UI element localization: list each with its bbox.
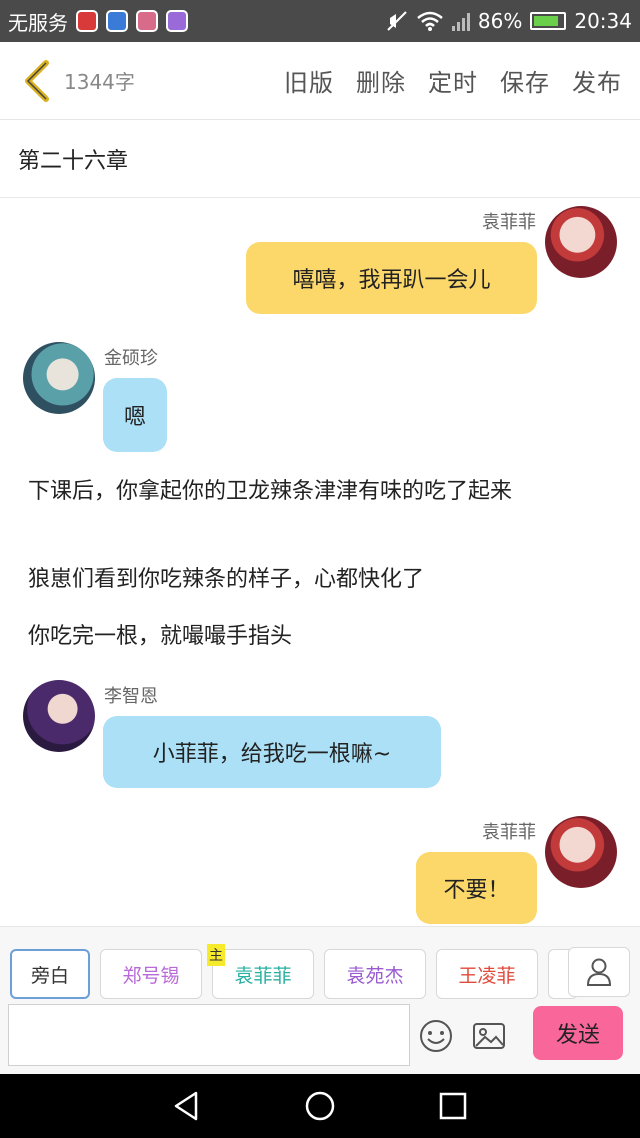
mute-icon: [387, 11, 407, 31]
signal-icon: [451, 11, 470, 31]
character-chip[interactable]: 袁苑杰: [324, 949, 426, 999]
chat-bubble[interactable]: 嗯: [103, 378, 167, 452]
circle-home-icon[interactable]: [303, 1089, 337, 1123]
character-chip-label: 郑号锡: [122, 964, 180, 987]
triangle-back-icon[interactable]: [170, 1089, 204, 1123]
character-chip-main[interactable]: 主 袁菲菲: [207, 944, 314, 999]
narration-text[interactable]: 狼崽们看到你吃辣条的样子，心都快化了: [28, 563, 618, 597]
chevron-left-icon: [25, 59, 49, 102]
system-nav-bar: [0, 1074, 640, 1138]
square-recent-icon[interactable]: [436, 1089, 470, 1123]
character-chip-narrator[interactable]: 旁白: [10, 949, 90, 999]
character-chip[interactable]: 郑号锡: [100, 949, 202, 999]
carrier-label: 无服务: [8, 10, 68, 35]
avatar[interactable]: [23, 342, 95, 414]
chat-bubble[interactable]: 不要！: [416, 852, 537, 924]
chapter-title[interactable]: 第二十六章: [0, 120, 640, 198]
input-bar: 发送: [0, 1004, 640, 1074]
avatar[interactable]: [545, 816, 617, 888]
chat-bubble[interactable]: 嘻嘻，我再趴一会儿: [246, 242, 537, 314]
schedule-button[interactable]: 定时: [428, 63, 478, 98]
word-count: 1344字: [64, 70, 135, 94]
character-selector: 旁白 郑号锡 主 袁菲菲 袁苑杰 王凌菲: [0, 926, 640, 1004]
chat-bubble[interactable]: 小菲菲，给我吃一根嘛~: [103, 716, 441, 788]
smiley-icon: [420, 1020, 452, 1052]
publish-button[interactable]: 发布: [572, 63, 622, 98]
speaker-name: 袁菲菲: [482, 822, 536, 843]
status-bar: 无服务 86% 20:34: [0, 0, 640, 42]
character-chip-label: 王凌菲: [458, 964, 516, 987]
app-icon-netease: [76, 10, 98, 32]
main-character-tag: 主: [207, 944, 225, 966]
old-version-button[interactable]: 旧版: [284, 63, 334, 98]
send-button[interactable]: 发送: [533, 1006, 623, 1060]
clock: 20:34: [574, 9, 632, 33]
narration-text[interactable]: 你吃完一根，就嘬嘬手指头: [28, 620, 618, 654]
emoji-button[interactable]: [416, 1016, 456, 1056]
image-button[interactable]: [469, 1016, 509, 1056]
speaker-name: 袁菲菲: [482, 212, 536, 233]
message-input[interactable]: [8, 1004, 410, 1066]
character-chip-label: 旁白: [30, 964, 69, 987]
character-manage-button[interactable]: [568, 947, 630, 997]
app-icon-location: [106, 10, 128, 32]
delete-button[interactable]: 删除: [356, 63, 406, 98]
editor-header: 1344字 旧版 删除 定时 保存 发布: [0, 42, 640, 120]
avatar[interactable]: [23, 680, 95, 752]
back-button[interactable]: [14, 56, 60, 106]
battery-icon: [530, 12, 567, 30]
character-chip-label: 袁苑杰: [346, 964, 404, 987]
battery-percent: 86%: [477, 9, 523, 33]
character-chip-label: 袁菲菲: [234, 964, 292, 987]
speaker-name: 金硕珍: [104, 348, 158, 369]
character-chip[interactable]: 王凌菲: [436, 949, 538, 999]
narration-text[interactable]: 下课后，你拿起你的卫龙辣条津津有味的吃了起来: [28, 475, 618, 509]
save-button[interactable]: 保存: [500, 63, 550, 98]
app-icon-gallery: [136, 10, 158, 32]
user-icon: [586, 958, 612, 986]
image-icon: [473, 1023, 505, 1049]
speaker-name: 李智恩: [104, 686, 158, 707]
app-icon-photos: [166, 10, 188, 32]
avatar[interactable]: [545, 206, 617, 278]
header-actions: 旧版 删除 定时 保存 发布: [284, 63, 622, 98]
wifi-icon: [417, 11, 443, 31]
